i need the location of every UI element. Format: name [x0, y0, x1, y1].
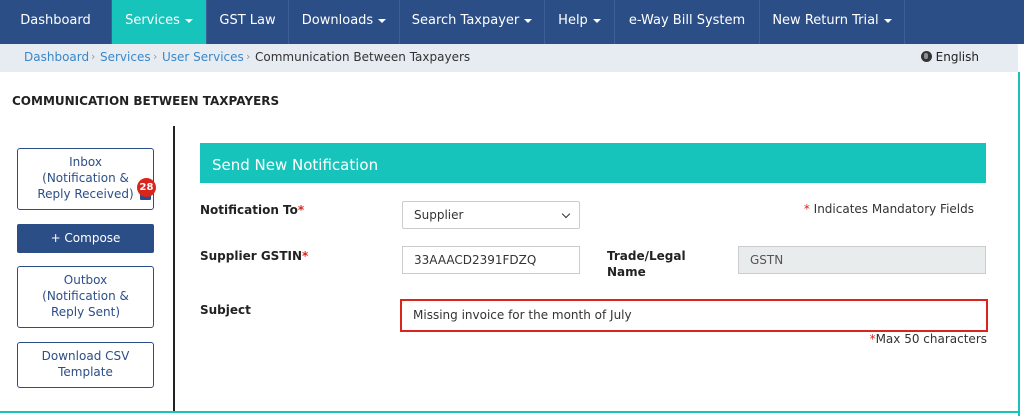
nav-downloads[interactable]: Downloads	[289, 0, 400, 44]
nav-search-taxpayer[interactable]: Search Taxpayer	[400, 0, 545, 44]
breadcrumb-separator: ›	[153, 50, 158, 63]
content-border-right	[1018, 72, 1020, 416]
nav-eway-bill[interactable]: e-Way Bill System	[615, 0, 760, 44]
supplier-gstin-label: Supplier GSTIN*	[200, 248, 308, 264]
chevron-down-icon	[561, 209, 571, 219]
caret-down-icon	[184, 18, 193, 23]
outbox-label: Reply Sent)	[50, 305, 121, 319]
page-title: COMMUNICATION BETWEEN TAXPAYERS	[12, 94, 280, 108]
globe-icon	[920, 51, 932, 62]
caret-down-icon	[524, 18, 533, 23]
nav-label: Search Taxpayer	[411, 13, 520, 28]
label-text: Notification To	[200, 203, 298, 217]
subject-input[interactable]: Missing invoice for the month of July	[400, 299, 988, 332]
nav-label: e-Way Bill System	[628, 13, 746, 28]
label-text: Name	[607, 265, 646, 279]
compose-button[interactable]: + Compose	[17, 224, 154, 253]
outbox-label: (Notification &	[42, 289, 129, 303]
caret-down-icon	[592, 18, 601, 23]
nav-label: Dashboard	[20, 13, 91, 28]
notification-to-select[interactable]: Supplier	[402, 201, 580, 229]
top-navbar: Dashboard Services GST Law Downloads Sea…	[0, 0, 1024, 44]
nav-label: Services	[125, 13, 180, 28]
nav-label: GST Law	[219, 13, 276, 28]
inbox-label: Reply Received)	[37, 187, 134, 201]
nav-new-return-trial[interactable]: New Return Trial	[760, 0, 905, 44]
inbox-label: (Notification &	[42, 171, 129, 185]
caret-down-icon	[378, 18, 387, 23]
label-text: Trade/Legal	[607, 249, 686, 263]
download-label: Download CSV	[41, 349, 130, 363]
inbox-count-badge: 28	[137, 178, 156, 197]
nav-help[interactable]: Help	[545, 0, 615, 44]
required-mark: *	[297, 203, 305, 217]
mandatory-text: Indicates Mandatory Fields	[809, 202, 974, 216]
required-mark: *	[302, 249, 309, 263]
content-border-bottom	[0, 411, 1020, 413]
panel-header: Send New Notification	[200, 143, 986, 183]
download-csv-template-button[interactable]: Download CSV Template	[17, 342, 154, 388]
nav-label: Downloads	[301, 13, 374, 28]
supplier-gstin-input[interactable]: 33AAACD2391FDZQ	[402, 246, 580, 274]
breadcrumb-current: Communication Between Taxpayers	[255, 50, 471, 64]
inbox-button[interactable]: Inbox (Notification & Reply Received)	[17, 148, 154, 210]
subject-label: Subject	[200, 303, 251, 317]
nav-label: Help	[558, 13, 588, 28]
language-selector[interactable]: English	[920, 50, 979, 64]
breadcrumb: Dashboard › Services › User Services › C…	[0, 44, 1018, 72]
nav-label: New Return Trial	[772, 13, 879, 28]
download-label: Template	[58, 365, 113, 379]
select-value: Supplier	[414, 208, 464, 222]
nav-services[interactable]: Services	[112, 0, 207, 44]
notification-to-label: Notification To*	[200, 202, 304, 218]
breadcrumb-services[interactable]: Services	[100, 50, 151, 64]
max-characters-note: *Max 50 characters	[870, 332, 987, 346]
language-label: English	[935, 50, 979, 64]
mandatory-note: * Indicates Mandatory Fields	[804, 202, 974, 216]
trade-name-input: GSTN	[738, 246, 986, 274]
label-text: Supplier GSTIN	[200, 249, 303, 263]
nav-dashboard[interactable]: Dashboard	[0, 0, 112, 44]
breadcrumb-dashboard[interactable]: Dashboard	[24, 50, 89, 64]
breadcrumb-user-services[interactable]: User Services	[162, 50, 244, 64]
inbox-label: Inbox	[69, 155, 102, 169]
max-text: Max 50 characters	[875, 332, 987, 346]
breadcrumb-separator: ›	[246, 50, 251, 63]
sidebar-divider	[173, 126, 175, 412]
nav-gst-law[interactable]: GST Law	[207, 0, 289, 44]
outbox-button[interactable]: Outbox (Notification & Reply Sent)	[17, 266, 154, 328]
trade-name-label: Trade/Legal Name	[607, 248, 686, 280]
outbox-label: Outbox	[63, 273, 108, 287]
caret-down-icon	[883, 18, 892, 23]
breadcrumb-separator: ›	[91, 50, 96, 63]
